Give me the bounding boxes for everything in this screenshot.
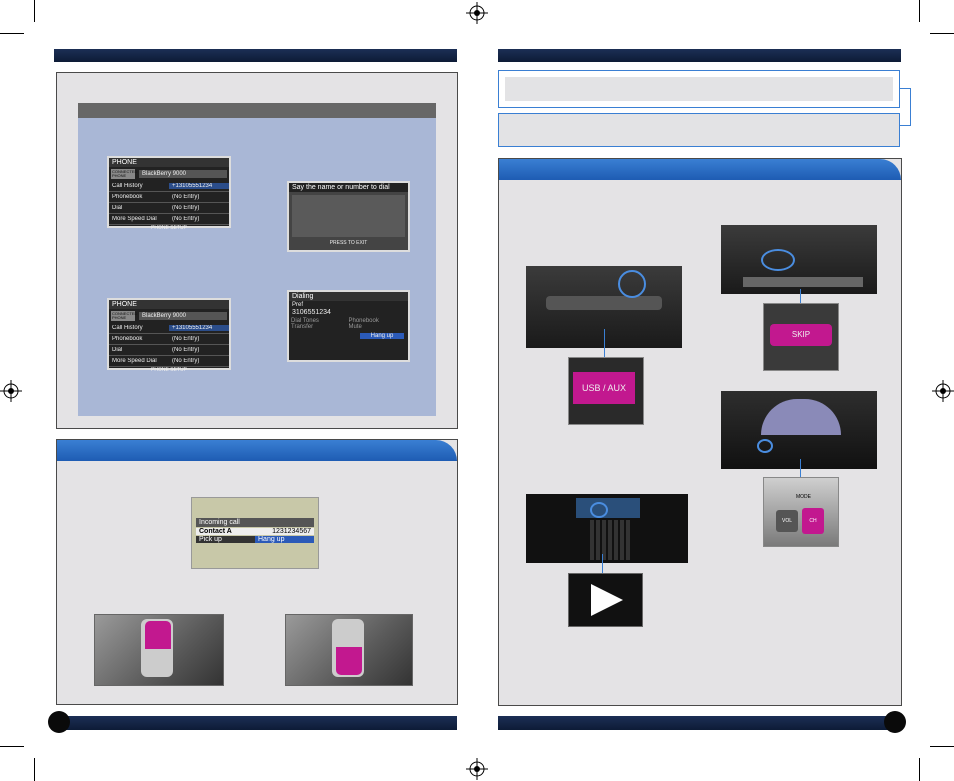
phone-screen-title: PHONE (109, 158, 229, 167)
crop-mark (919, 0, 920, 22)
device-name: BlackBerry 9000 (139, 170, 227, 178)
voice-screen-title: Say the name or number to dial (289, 183, 408, 192)
menu-phonebook[interactable]: Phonebook (109, 336, 169, 342)
phone-setup-label[interactable]: PHONE SETUP (109, 225, 229, 231)
registration-mark-icon (0, 380, 22, 402)
menu-more-speed-dial[interactable]: More Speed Dial (109, 216, 169, 222)
phone-screen-2: PHONE CONNECTED PHONE BlackBerry 9000 Ca… (107, 298, 231, 373)
connected-label: CONNECTED PHONE (111, 169, 138, 179)
menu-more-speed-dial[interactable]: More Speed Dial (109, 358, 169, 364)
dialing-title: Dialing (289, 292, 408, 301)
contact-name: Contact A (199, 528, 232, 535)
incoming-panel: Incoming call Contact A 1231234567 Pick … (56, 439, 458, 705)
phone-screen-1: PHONE CONNECTED PHONE BlackBerry 9000 Ca… (107, 156, 231, 231)
left-header-bar (54, 49, 457, 62)
mute-option[interactable]: Mute (349, 324, 407, 330)
hang-up-switch-photo (285, 614, 413, 686)
pick-up-switch-photo (94, 614, 224, 686)
menu-dial[interactable]: Dial (109, 205, 169, 211)
history-entry: +13105551234 (169, 325, 229, 331)
entry: (No Entry) (172, 205, 200, 211)
incoming-call-title: Incoming call (196, 518, 314, 527)
dialing-screen: Dialing Pref 3106551234 Dial Tones Phone… (287, 290, 410, 362)
callout-line (800, 289, 801, 303)
wheel-switch-closeup: MODE VOL CH (763, 477, 839, 547)
incoming-call-screen: Incoming call Contact A 1231234567 Pick … (191, 497, 319, 569)
crop-mark (0, 33, 24, 34)
smartphone-photo (526, 494, 688, 563)
entry: (No Entry) (172, 194, 200, 200)
console-skip-photo (721, 225, 877, 294)
entry: (No Entry) (172, 347, 200, 353)
registration-mark-icon (466, 2, 488, 24)
pick-up-button[interactable]: Pick up (196, 536, 255, 543)
connected-label: CONNECTED PHONE (111, 311, 138, 321)
registration-mark-icon (932, 380, 954, 402)
usb-aux-button[interactable]: USB / AUX (573, 372, 635, 404)
callout-line (602, 554, 603, 573)
phone-setup-label[interactable]: PHONE SETUP (109, 367, 229, 373)
play-icon[interactable] (569, 574, 642, 626)
menu-call-history[interactable]: Call History (109, 325, 169, 331)
usb-button-closeup: USB / AUX (568, 357, 644, 425)
note-connector (900, 88, 911, 126)
left-footer-bar (54, 716, 457, 730)
entry: (No Entry) (172, 216, 200, 222)
phone-panel: PHONE CONNECTED PHONE BlackBerry 9000 Ca… (56, 72, 458, 429)
entry: (No Entry) (172, 358, 200, 364)
phone-card: PHONE CONNECTED PHONE BlackBerry 9000 Ca… (78, 103, 436, 416)
entry: (No Entry) (172, 336, 200, 342)
callout-line (604, 329, 605, 357)
skip-button-closeup: SKIP (763, 303, 839, 371)
history-entry: +13105551234 (169, 183, 229, 189)
right-page-number-dot (884, 711, 906, 733)
incoming-panel-header (57, 440, 457, 461)
menu-call-history[interactable]: Call History (109, 183, 169, 189)
vol-button[interactable]: VOL (776, 510, 798, 532)
pref-label: Pref (292, 302, 304, 308)
left-page-number-dot (48, 711, 70, 733)
crop-mark (930, 33, 954, 34)
phone-card-header (78, 103, 436, 118)
mode-label: MODE (796, 494, 811, 500)
crop-mark (34, 758, 35, 781)
contact-number: 1231234567 (272, 528, 311, 535)
audio-panel: USB / AUX SKIP MODE VOL CH (498, 158, 902, 706)
voice-dial-screen: Say the name or number to dial PRESS TO … (287, 181, 410, 252)
crop-mark (0, 746, 24, 747)
registration-mark-icon (466, 758, 488, 780)
voice-screen-footer: PRESS TO EXIT (329, 240, 368, 246)
note-box-1 (498, 70, 900, 108)
crop-mark (930, 746, 954, 747)
transfer-option[interactable]: Transfer (291, 324, 349, 330)
menu-dial[interactable]: Dial (109, 347, 169, 353)
right-header-bar (498, 49, 901, 62)
note-box-2 (498, 113, 900, 147)
skip-button[interactable]: SKIP (770, 324, 832, 346)
hang-up-button[interactable]: Hang up (360, 333, 404, 339)
play-button-closeup (568, 573, 643, 627)
callout-line (800, 459, 801, 477)
device-name: BlackBerry 9000 (139, 312, 227, 320)
steering-wheel-photo (721, 391, 877, 469)
phone-screen-title: PHONE (109, 300, 229, 309)
dialing-number: 3106551234 (292, 309, 331, 316)
crop-mark (919, 758, 920, 781)
ch-button[interactable]: CH (802, 508, 824, 534)
crop-mark (34, 0, 35, 22)
audio-panel-header (499, 159, 901, 180)
hang-up-button[interactable]: Hang up (255, 536, 314, 543)
menu-phonebook[interactable]: Phonebook (109, 194, 169, 200)
right-footer-bar (498, 716, 901, 730)
